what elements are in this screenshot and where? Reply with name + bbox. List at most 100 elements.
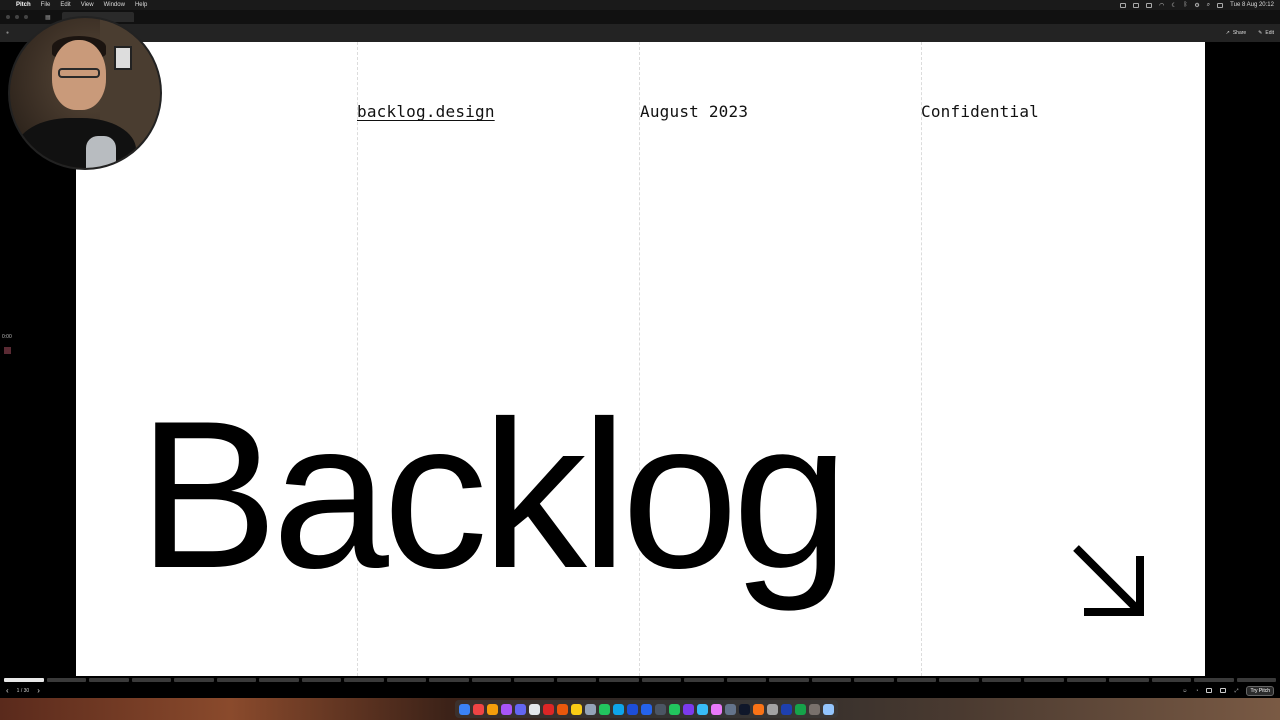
status-icon[interactable] (1146, 2, 1153, 8)
dock-app-icon[interactable] (543, 703, 554, 715)
progress-segment[interactable] (599, 678, 639, 682)
progress-segment[interactable] (259, 678, 299, 682)
grid-icon[interactable]: ▦ (45, 14, 51, 21)
dock-app-icon[interactable] (459, 703, 470, 715)
slide-link-backlog-design[interactable]: backlog.design (357, 102, 495, 121)
edit-button[interactable]: ✎ Edit (1258, 30, 1274, 36)
menu-view[interactable]: View (81, 2, 94, 8)
dock-app-icon[interactable] (641, 703, 652, 715)
slide-confidential-label: Confidential (921, 102, 1039, 121)
progress-segment[interactable] (726, 678, 766, 682)
progress-segment[interactable] (514, 678, 554, 682)
dock-app-icon[interactable] (487, 703, 498, 715)
minimize-window-button[interactable] (15, 15, 19, 19)
progress-segment[interactable] (131, 678, 171, 682)
wifi-icon[interactable]: ◠ (1159, 2, 1164, 9)
dock-app-icon[interactable] (473, 703, 484, 715)
progress-segment[interactable] (1024, 678, 1064, 682)
breadcrumb[interactable]: ● (6, 30, 9, 36)
control-center-icon[interactable]: ⚙ (1194, 2, 1199, 9)
next-slide-button[interactable]: › (37, 686, 40, 695)
dock-app-icon[interactable] (809, 703, 820, 715)
progress-segment[interactable] (769, 678, 809, 682)
clock[interactable]: Tue 8 Aug 20:12 (1230, 2, 1274, 8)
dock-app-icon[interactable] (683, 703, 694, 715)
try-pitch-button[interactable]: Try Pitch (1246, 685, 1274, 696)
progress-segment[interactable] (981, 678, 1021, 682)
dock-app-icon[interactable] (767, 703, 778, 715)
dock-app-icon[interactable] (697, 703, 708, 715)
dock-app-icon[interactable] (781, 703, 792, 715)
rail-record-button[interactable] (4, 347, 11, 354)
present-icon[interactable] (1206, 688, 1213, 693)
progress-segment[interactable] (1194, 678, 1234, 682)
close-window-button[interactable] (6, 15, 10, 19)
progress-segment[interactable] (939, 678, 979, 682)
dock-app-icon[interactable] (585, 703, 596, 715)
status-icon[interactable] (1133, 2, 1140, 8)
progress-segment[interactable] (896, 678, 936, 682)
progress-segment[interactable] (556, 678, 596, 682)
prev-slide-button[interactable]: ‹ (6, 686, 9, 695)
dock-app-icon[interactable] (655, 703, 666, 715)
dock-app-icon[interactable] (515, 703, 526, 715)
dock-app-icon[interactable] (571, 703, 582, 715)
moon-icon[interactable]: ☾ (1171, 2, 1176, 9)
progress-segment[interactable] (811, 678, 851, 682)
dock-app-icon[interactable] (557, 703, 568, 715)
progress-segment[interactable] (429, 678, 469, 682)
layout-icon[interactable] (1220, 688, 1227, 693)
dock-app-icon[interactable] (739, 703, 750, 715)
menu-edit[interactable]: Edit (60, 2, 70, 8)
reaction-icon[interactable]: ☺ (1182, 688, 1187, 694)
status-icon[interactable] (1120, 2, 1127, 8)
progress-segment[interactable] (1109, 678, 1149, 682)
progress-segment[interactable] (216, 678, 256, 682)
share-button[interactable]: ↗ Share (1226, 30, 1247, 36)
progress-segment[interactable] (301, 678, 341, 682)
player-bottombar: ‹ 1 / 30 › ☺ ◔ ⤢ Try Pitch (0, 683, 1280, 698)
dock-app-icon[interactable] (725, 703, 736, 715)
dock-app-icon[interactable] (823, 703, 834, 715)
progress-segment[interactable] (1066, 678, 1106, 682)
progress-segment[interactable] (641, 678, 681, 682)
fullscreen-icon[interactable]: ⤢ (1234, 688, 1238, 694)
bluetooth-icon[interactable]: ᛒ (1184, 2, 1188, 8)
progress-segment[interactable] (344, 678, 384, 682)
dock-app-icon[interactable] (711, 703, 722, 715)
search-icon[interactable]: ⌕ (1207, 2, 1210, 9)
dock-app-icon[interactable] (627, 703, 638, 715)
dock-app-icon[interactable] (669, 703, 680, 715)
zoom-window-button[interactable] (24, 15, 28, 19)
progress-segment[interactable] (386, 678, 426, 682)
comment-icon[interactable]: ◔ (1195, 688, 1198, 694)
slide-progress-bar[interactable] (4, 678, 1276, 682)
slide-canvas: backlog.design August 2023 Confidential … (76, 42, 1205, 676)
macos-menubar: Pitch File Edit View Window Help ◠ ☾ ᛒ ⚙… (0, 0, 1280, 10)
menu-help[interactable]: Help (135, 2, 147, 8)
progress-segment[interactable] (471, 678, 511, 682)
progress-segment[interactable] (4, 678, 44, 682)
progress-segment[interactable] (684, 678, 724, 682)
status-area: ◠ ☾ ᛒ ⚙ ⌕ Tue 8 Aug 20:12 (1120, 2, 1274, 9)
progress-segment[interactable] (46, 678, 86, 682)
webcam-overlay[interactable] (8, 16, 162, 170)
progress-segment[interactable] (854, 678, 894, 682)
progress-segment[interactable] (1151, 678, 1191, 682)
menu-app-name[interactable]: Pitch (16, 2, 31, 8)
dock-app-icon[interactable] (501, 703, 512, 715)
progress-segment[interactable] (1236, 678, 1276, 682)
dock-app-icon[interactable] (529, 703, 540, 715)
dock-app-icon[interactable] (795, 703, 806, 715)
microphone (86, 136, 116, 168)
battery-icon[interactable] (1217, 2, 1224, 8)
menu-window[interactable]: Window (104, 2, 125, 8)
progress-segment[interactable] (174, 678, 214, 682)
dock-app-icon[interactable] (753, 703, 764, 715)
progress-segment[interactable] (89, 678, 129, 682)
browser-tabbar: ▦ (0, 10, 1280, 24)
dock-app-icon[interactable] (613, 703, 624, 715)
dock-app-icon[interactable] (599, 703, 610, 715)
menu-file[interactable]: File (41, 2, 51, 8)
app-toolbar: ● ↗ Share ✎ Edit (0, 24, 1280, 42)
